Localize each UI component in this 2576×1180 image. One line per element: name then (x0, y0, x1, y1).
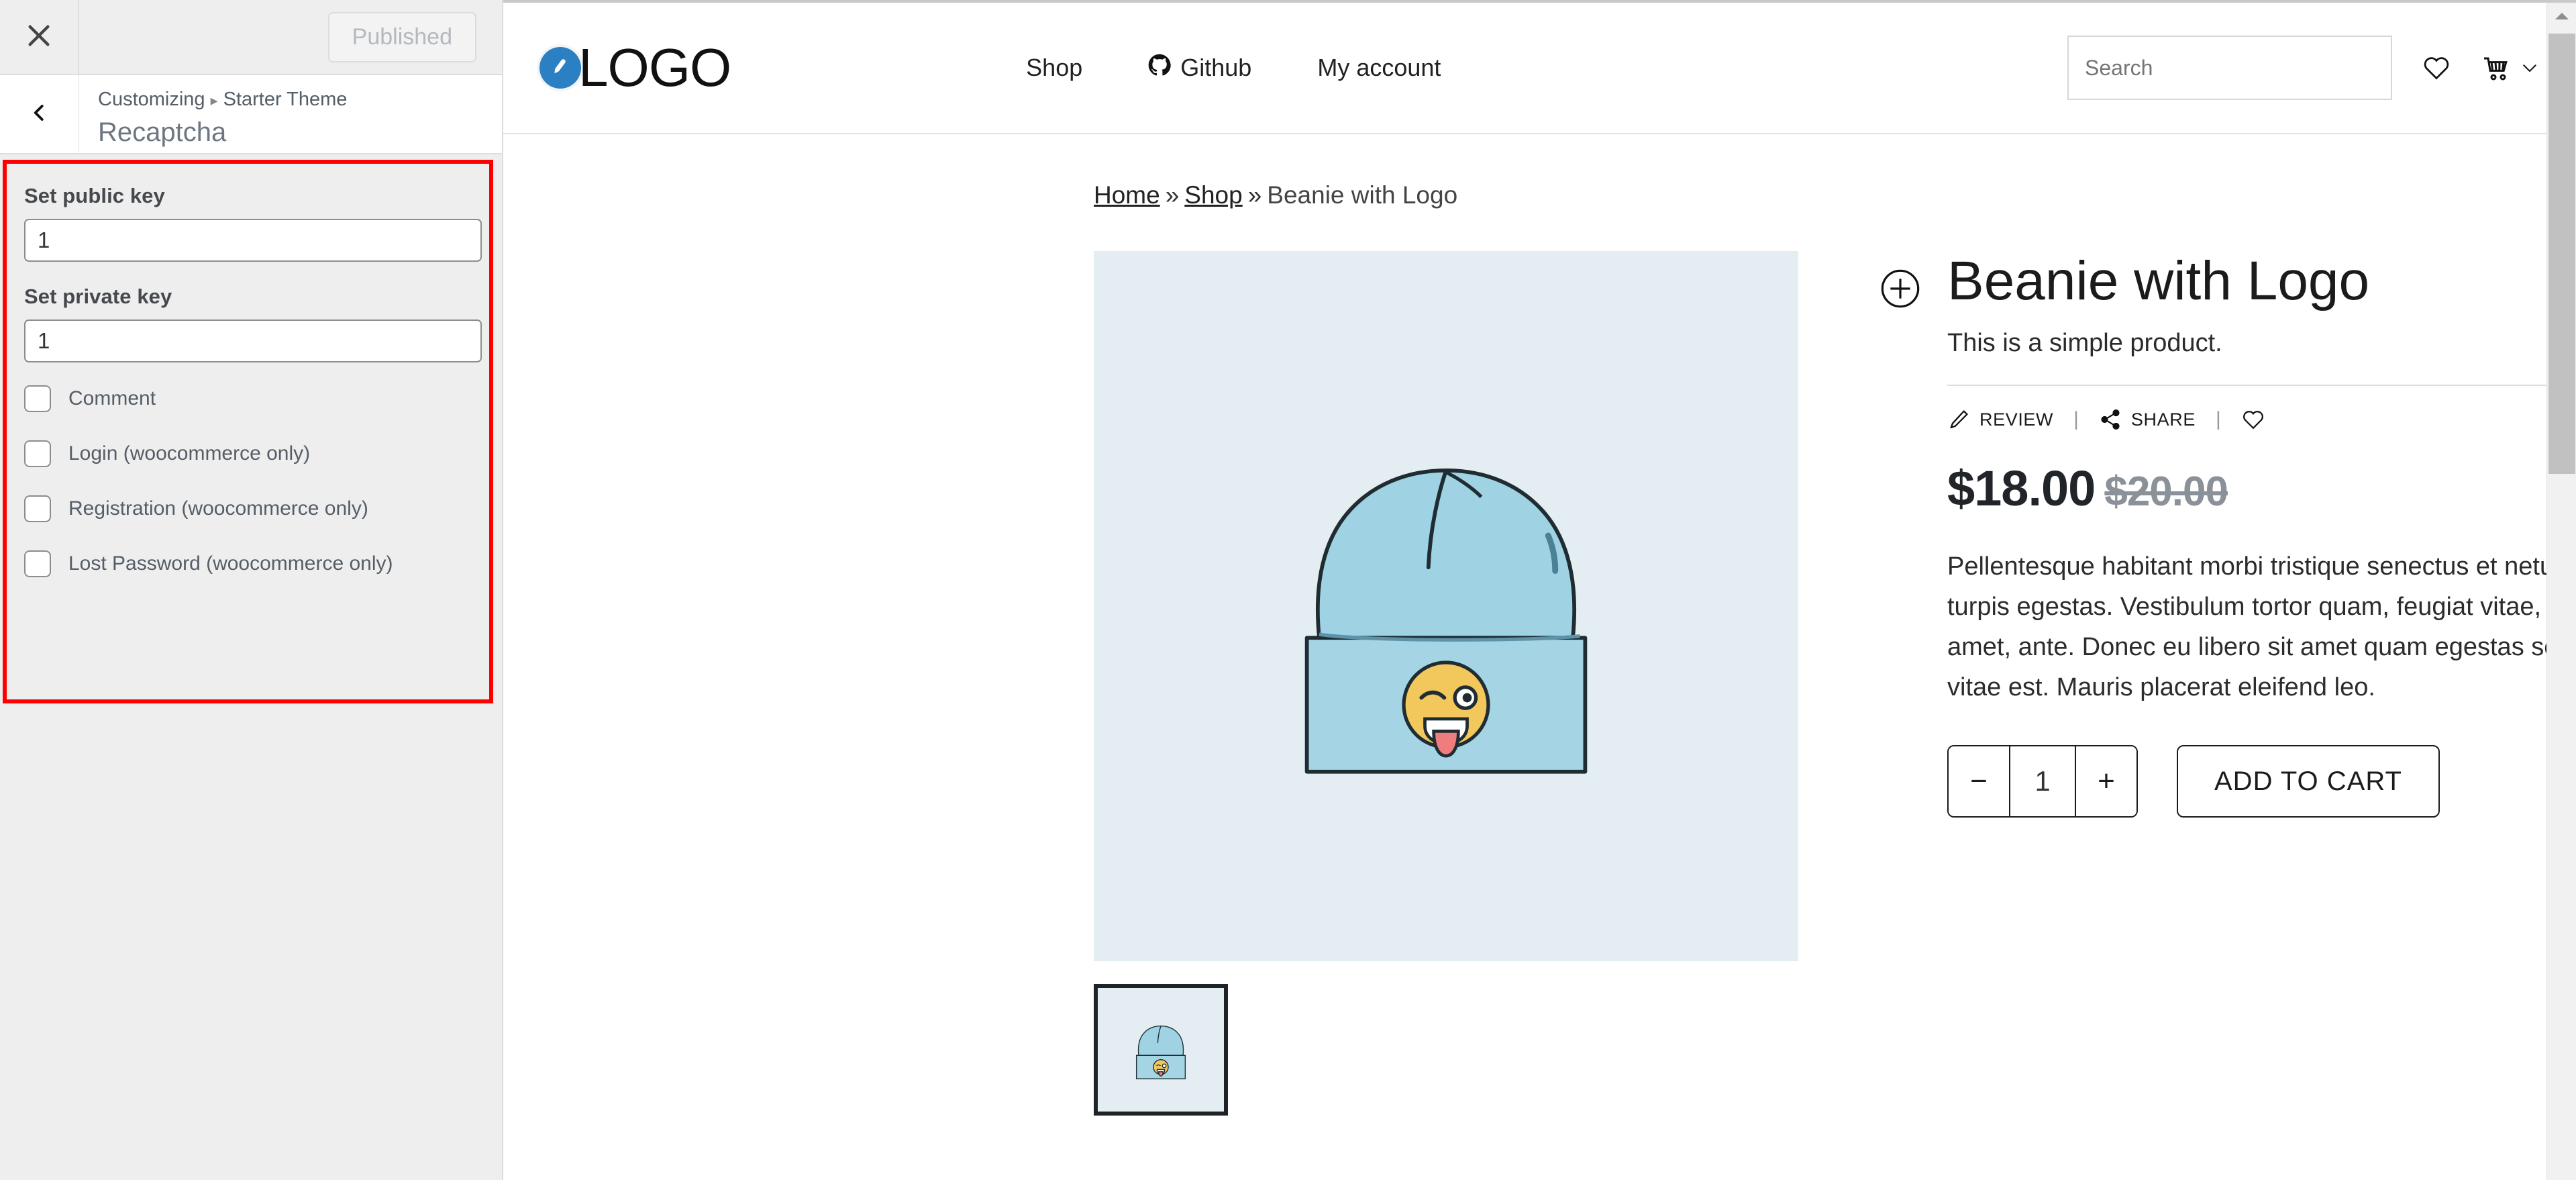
nav-item-github[interactable]: Github (1148, 54, 1251, 83)
breadcrumb-sep-1: » (1165, 181, 1180, 209)
site-logo-text: LOGO (578, 38, 731, 97)
product-thumbnails (1094, 984, 1798, 1116)
product-page-content: Home» Shop» Beanie with Logo Beanie with… (503, 134, 2576, 1116)
meta-separator-2: | (2215, 408, 2221, 431)
triangle-up-icon (2555, 11, 2569, 24)
product-description: Pellentesque habitant morbi tristique se… (1947, 552, 2576, 702)
cart-button[interactable] (2481, 52, 2540, 84)
price-current: $18.00 (1947, 460, 2096, 517)
customizer-header: Customizing ▸ Starter Theme Recaptcha (0, 75, 502, 154)
heart-icon (2241, 407, 2265, 432)
checkbox-label-lost-password: Lost Password (woocommerce only) (68, 552, 393, 575)
add-to-cart-row: − 1 + ADD TO CART (1947, 745, 2576, 818)
page-title: Recaptcha (98, 117, 227, 147)
wishlist-button[interactable] (2422, 53, 2451, 83)
breadcrumb-root: Customizing (98, 89, 205, 111)
product-main-image[interactable] (1094, 251, 1798, 961)
product-short-description: This is a simple product. (1947, 329, 2222, 358)
chevron-left-icon (30, 103, 50, 126)
breadcrumb-separator-icon: ▸ (210, 92, 218, 109)
back-button[interactable] (0, 75, 79, 153)
quantity-value[interactable]: 1 (2010, 746, 2075, 817)
heart-icon (2422, 53, 2451, 83)
private-key-input[interactable] (24, 319, 482, 362)
checkbox-lost-password[interactable] (24, 550, 51, 577)
close-icon (25, 22, 52, 52)
plus-circle-icon[interactable] (1879, 267, 1922, 310)
breadcrumb: Customizing ▸ Starter Theme (98, 87, 502, 113)
breadcrumb-sep-2: » (1247, 181, 1262, 209)
nav-label-my-account: My account (1317, 54, 1441, 81)
site-nav: Shop Github My account (1026, 54, 1441, 83)
github-icon (1148, 54, 1171, 83)
public-key-label: Set public key (24, 184, 165, 207)
checkbox-row-login[interactable]: Login (woocommerce only) (24, 440, 472, 467)
add-to-cart-button[interactable]: ADD TO CART (2177, 745, 2440, 818)
product-gallery (1094, 251, 1798, 1116)
nav-item-shop[interactable]: Shop (1026, 54, 1082, 82)
share-icon (2099, 408, 2122, 431)
site-preview: LOGO Shop Github My account Search Home … (503, 0, 2576, 1180)
nav-label-github: Github (1180, 54, 1252, 81)
add-to-wishlist-button[interactable] (2241, 407, 2265, 432)
checkbox-row-comment[interactable]: Comment (24, 385, 472, 412)
chevron-down-icon (2520, 58, 2540, 78)
site-breadcrumb: Home» Shop» Beanie with Logo (1094, 181, 2576, 209)
cart-icon (2481, 52, 2513, 84)
beanie-thumbnail-illustration (1099, 988, 1223, 1112)
checkbox-label-login: Login (woocommerce only) (68, 442, 311, 464)
header-actions (2067, 36, 2540, 100)
breadcrumb-theme: Starter Theme (223, 89, 348, 111)
private-key-label: Set private key (24, 285, 172, 308)
product-price: $18.00 $20.00 (1947, 460, 2576, 517)
summary-divider (1947, 385, 2576, 387)
product-meta-actions: REVIEW | SHARE | (1947, 407, 2576, 432)
search-input[interactable] (2067, 36, 2392, 100)
product-title: Beanie with Logo (1947, 250, 2370, 311)
review-label: REVIEW (1979, 409, 2054, 430)
checkbox-row-registration[interactable]: Registration (woocommerce only) (24, 495, 472, 522)
pencil-icon (1947, 408, 1970, 431)
checkbox-comment[interactable] (24, 385, 51, 412)
review-button[interactable]: REVIEW (1947, 408, 2053, 431)
app-screen: Published Customizing ▸ Starter Theme Reca… (0, 0, 2576, 1180)
quantity-increase-button[interactable]: + (2075, 746, 2136, 817)
customizer-title-block: Customizing ▸ Starter Theme Recaptcha (79, 75, 502, 153)
public-key-input[interactable] (24, 219, 482, 262)
checkbox-label-registration: Registration (woocommerce only) (68, 497, 368, 520)
beanie-illustration (1094, 254, 1798, 958)
nav-item-my-account[interactable]: My account (1317, 54, 1441, 82)
breadcrumb-current: Beanie with Logo (1267, 181, 1458, 209)
product-thumbnail-1[interactable] (1094, 984, 1228, 1116)
quantity-decrease-button[interactable]: − (1949, 746, 2010, 817)
checkbox-login[interactable] (24, 440, 51, 467)
checkbox-row-lost-password[interactable]: Lost Password (woocommerce only) (24, 550, 472, 577)
nav-label-shop: Shop (1026, 54, 1083, 81)
share-button[interactable]: SHARE (2099, 408, 2196, 431)
quantity-stepper: − 1 + (1947, 745, 2138, 818)
product-summary: Beanie with Logo This is a simple produc… (1798, 250, 2576, 1116)
published-button[interactable]: Published (327, 11, 476, 62)
breadcrumb-link-shop[interactable]: Shop (1184, 181, 1242, 209)
customizer-topbar: Published (0, 0, 502, 75)
share-label: SHARE (2130, 409, 2196, 430)
close-customizer-button[interactable] (0, 0, 79, 74)
breadcrumb-link-home[interactable]: Home (1094, 181, 1160, 209)
product-layout: Beanie with Logo This is a simple produc… (1094, 250, 2576, 1116)
checkbox-label-comment: Comment (68, 387, 156, 409)
meta-separator-1: | (2073, 408, 2079, 431)
vertical-scrollbar[interactable] (2546, 3, 2576, 1180)
pencil-circle-icon (539, 47, 581, 89)
scroll-up-button[interactable] (2547, 3, 2576, 32)
scrollbar-thumb[interactable] (2548, 34, 2575, 474)
customizer-sidebar: Published Customizing ▸ Starter Theme Reca… (0, 0, 503, 1180)
recaptcha-settings-panel: Set public key Set private key Comment L… (3, 160, 493, 703)
checkbox-registration[interactable] (24, 495, 51, 522)
price-original: $20.00 (2104, 469, 2228, 515)
site-header: LOGO Shop Github My account (503, 3, 2576, 134)
customizer-body: Set public key Set private key Comment L… (0, 154, 502, 1180)
site-logo[interactable]: LOGO (539, 41, 731, 95)
